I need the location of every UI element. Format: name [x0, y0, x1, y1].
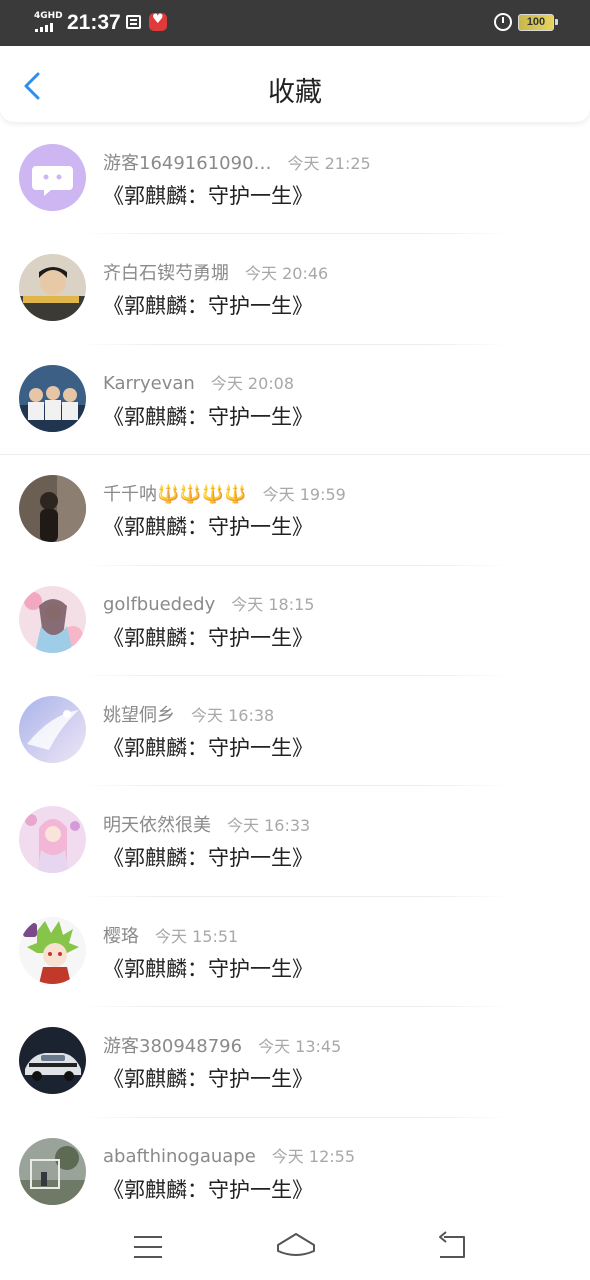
list-item[interactable]: 齐白石锲芍勇堋 今天 20:46 《郭麒麟：守护一生》 — [0, 234, 590, 345]
timestamp: 今天 18:15 — [231, 594, 315, 614]
timestamp: 今天 16:38 — [191, 705, 275, 725]
alarm-icon — [494, 13, 512, 31]
page-title: 收藏 — [268, 77, 322, 108]
username[interactable]: 明天依然很美 — [103, 815, 211, 836]
list-item[interactable]: Karryevan 今天 20:08 《郭麒麟：守护一生》 — [0, 345, 590, 456]
username[interactable]: abafthinogauape — [103, 1146, 256, 1167]
username[interactable]: 游客380948796 — [103, 1036, 242, 1057]
menu-icon — [134, 1236, 162, 1258]
avatar[interactable] — [19, 695, 86, 763]
username[interactable]: 千千呐🔱🔱🔱🔱 — [103, 484, 247, 505]
timestamp: 今天 13:45 — [258, 1037, 342, 1057]
favorite-title[interactable]: 《郭麒麟：守护一生》 — [103, 842, 313, 872]
avatar[interactable] — [19, 1027, 86, 1095]
signal-icon: 4GHD — [34, 11, 63, 33]
list-item[interactable]: 姚望侗乡 今天 16:38 《郭麒麟：守护一生》 — [0, 676, 590, 787]
avatar[interactable] — [19, 144, 86, 211]
timestamp: 今天 20:46 — [245, 264, 329, 284]
favorite-title[interactable]: 《郭麒麟：守护一生》 — [103, 1063, 313, 1093]
favorite-title[interactable]: 《郭麒麟：守护一生》 — [103, 953, 313, 983]
favorite-title[interactable]: 《郭麒麟：守护一生》 — [103, 180, 313, 210]
status-bar: 4GHD 21:37 100 — [0, 0, 590, 46]
username[interactable]: 樱珞 — [103, 926, 139, 947]
home-button[interactable] — [274, 1229, 318, 1265]
list-item[interactable]: abafthinogauape 今天 12:55 《郭麒麟：守护一生》 — [0, 1118, 590, 1228]
username[interactable]: Karryevan — [103, 373, 195, 394]
list-item[interactable]: 樱珞 今天 15:51 《郭麒麟：守护一生》 — [0, 897, 590, 1008]
list-item[interactable]: 千千呐🔱🔱🔱🔱 今天 19:59 《郭麒麟：守护一生》 — [0, 455, 590, 566]
header-bar: 收藏 — [0, 46, 590, 122]
username[interactable]: 齐白石锲芍勇堋 — [103, 263, 229, 284]
avatar[interactable] — [19, 254, 86, 322]
list-item[interactable]: golfbuededy 今天 18:15 《郭麒麟：守护一生》 — [0, 566, 590, 676]
favorites-list: 游客1649161090… 今天 21:25 《郭麒麟：守护一生》 齐白石锲芍勇堋… — [0, 124, 590, 1228]
favorite-title[interactable]: 《郭麒麟：守护一生》 — [103, 732, 313, 762]
list-item[interactable]: 游客1649161090… 今天 21:25 《郭麒麟：守护一生》 — [0, 124, 590, 235]
username[interactable]: 姚望侗乡 — [103, 705, 175, 726]
message-icon — [126, 15, 141, 29]
favorite-title[interactable]: 《郭麒麟：守护一生》 — [103, 290, 313, 320]
list-item[interactable]: 明天依然很美 今天 16:33 《郭麒麟：守护一生》 — [0, 786, 590, 897]
timestamp: 今天 20:08 — [210, 373, 295, 393]
network-type: 4GHD — [34, 11, 63, 21]
avatar[interactable] — [19, 585, 86, 653]
favorite-title[interactable]: 《郭麒麟：守护一生》 — [103, 622, 313, 652]
timestamp: 今天 21:25 — [287, 154, 371, 173]
back-nav-button[interactable] — [432, 1229, 472, 1265]
avatar[interactable] — [19, 475, 86, 543]
back-arrow-icon — [439, 1231, 465, 1258]
clock: 21:37 — [67, 11, 121, 34]
username[interactable]: golfbuededy — [103, 594, 215, 615]
timestamp: 今天 16:33 — [227, 816, 311, 836]
navigation-bar — [0, 1215, 590, 1280]
favorite-title[interactable]: 《郭麒麟：守护一生》 — [103, 511, 313, 541]
battery-icon: 100 — [518, 14, 558, 31]
list-item[interactable]: 游客380948796 今天 13:45 《郭麒麟：守护一生》 — [0, 1007, 590, 1118]
home-icon — [277, 1233, 315, 1256]
avatar[interactable] — [19, 916, 86, 984]
timestamp: 今天 19:59 — [262, 485, 346, 505]
avatar[interactable] — [19, 806, 86, 874]
avatar[interactable] — [19, 1137, 86, 1205]
favorite-title[interactable]: 《郭麒麟：守护一生》 — [103, 1174, 313, 1204]
avatar[interactable] — [19, 364, 86, 432]
menu-button[interactable] — [128, 1229, 168, 1265]
app-notification-icon — [149, 12, 167, 31]
favorite-title[interactable]: 《郭麒麟：守护一生》 — [103, 401, 313, 431]
timestamp: 今天 15:51 — [155, 926, 239, 946]
username[interactable]: 游客1649161090… — [103, 153, 272, 174]
timestamp: 今天 12:55 — [271, 1146, 355, 1166]
